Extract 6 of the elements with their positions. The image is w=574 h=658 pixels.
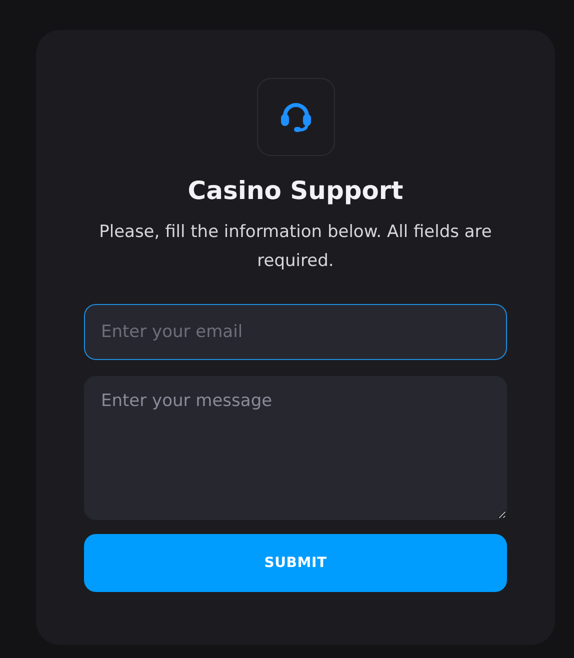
email-field[interactable]: Enter your email [84,304,507,360]
support-subtitle: Please, fill the information below. All fields are required. [98,221,493,273]
submit-button[interactable]: SUBMIT [84,534,507,592]
support-title: Casino Support [188,176,404,206]
message-field[interactable]: Enter your message [84,376,507,520]
headset-icon [278,100,312,134]
